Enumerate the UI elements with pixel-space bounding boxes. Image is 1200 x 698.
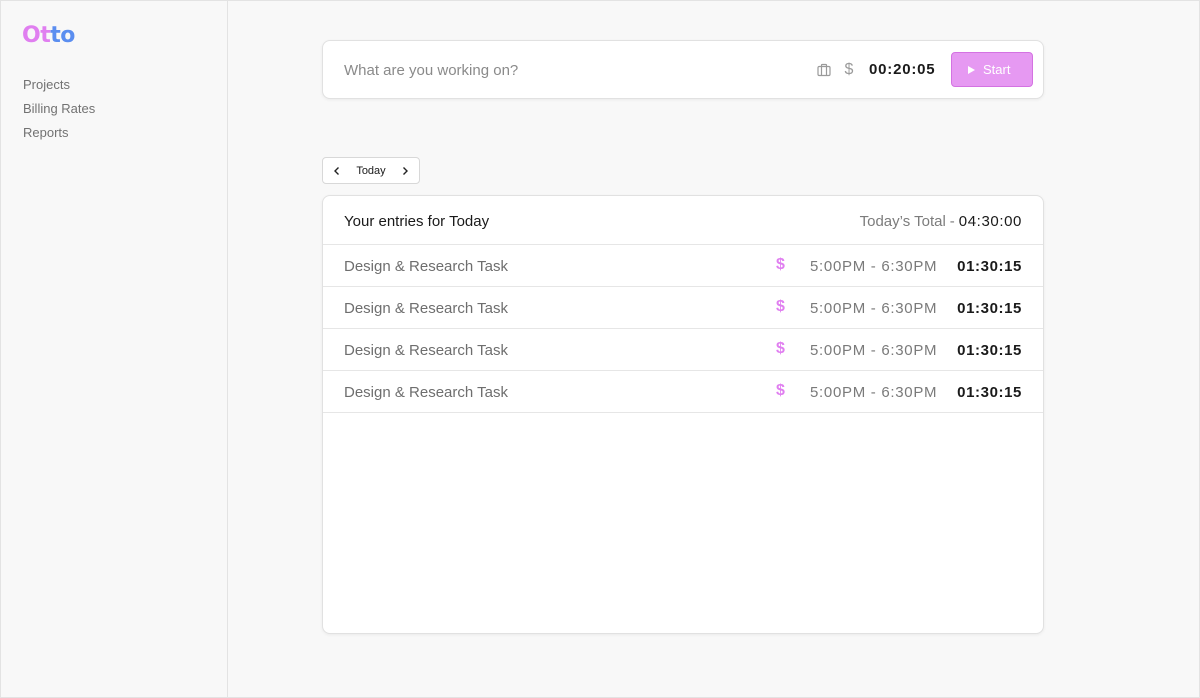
- app-window: Otto Projects Billing Rates Reports $ 00…: [0, 0, 1200, 698]
- logo-letter: t: [40, 23, 51, 48]
- entry-description[interactable]: Design & Research Task: [344, 258, 508, 275]
- sidebar-item-reports[interactable]: Reports: [23, 125, 95, 149]
- entry-duration: 01:30:15: [957, 300, 1022, 317]
- task-description-input[interactable]: [344, 59, 784, 81]
- entries-title: Your entries for Today: [344, 213, 490, 230]
- entry-row[interactable]: Design & Research Task $ 5:00PM - 6:30PM…: [323, 329, 1043, 371]
- dollar-icon[interactable]: $: [842, 60, 856, 80]
- dollar-icon[interactable]: $: [776, 340, 785, 358]
- chevron-left-icon[interactable]: [329, 163, 345, 179]
- start-button-label: Start: [983, 62, 1011, 77]
- play-icon: [968, 65, 975, 74]
- entry-time-range[interactable]: 5:00PM - 6:30PM: [810, 258, 937, 275]
- sidebar-item-projects[interactable]: Projects: [23, 77, 95, 101]
- entry-time-range[interactable]: 5:00PM - 6:30PM: [810, 342, 937, 359]
- entries-header: Your entries for Today Today’s Total -04:…: [323, 196, 1043, 245]
- sidebar-item-billing-rates[interactable]: Billing Rates: [23, 101, 95, 125]
- dollar-icon[interactable]: $: [776, 382, 785, 400]
- start-button[interactable]: Start: [951, 52, 1033, 87]
- entry-time-range[interactable]: 5:00PM - 6:30PM: [810, 300, 937, 317]
- otto-logo[interactable]: Otto: [22, 23, 75, 49]
- sidebar-nav: Projects Billing Rates Reports: [23, 77, 95, 149]
- logo-letter: O: [22, 23, 41, 48]
- entry-row[interactable]: Design & Research Task $ 5:00PM - 6:30PM…: [323, 287, 1043, 329]
- logo-letter: t: [50, 23, 61, 48]
- timer-bar: $ 00:20:05 Start: [322, 40, 1044, 99]
- sidebar: Otto Projects Billing Rates Reports: [1, 1, 228, 697]
- total-separator: -: [949, 213, 955, 230]
- dollar-icon[interactable]: $: [776, 298, 785, 316]
- entry-row[interactable]: Design & Research Task $ 5:00PM - 6:30PM…: [323, 245, 1043, 287]
- entry-description[interactable]: Design & Research Task: [344, 300, 508, 317]
- entry-duration: 01:30:15: [957, 258, 1022, 275]
- entry-duration: 01:30:15: [957, 342, 1022, 359]
- elapsed-timer: 00:20:05: [869, 61, 936, 78]
- entry-time-range[interactable]: 5:00PM - 6:30PM: [810, 384, 937, 401]
- entries-card: Your entries for Today Today’s Total -04:…: [322, 195, 1044, 634]
- entry-description[interactable]: Design & Research Task: [344, 384, 508, 401]
- entry-row[interactable]: Design & Research Task $ 5:00PM - 6:30PM…: [323, 371, 1043, 413]
- total-value: 04:30:00: [958, 213, 1022, 230]
- todays-total: Today’s Total -04:30:00: [860, 213, 1022, 230]
- briefcase-icon[interactable]: [816, 62, 832, 78]
- entry-duration: 01:30:15: [957, 384, 1022, 401]
- date-navigator: Today: [322, 157, 420, 184]
- dollar-icon[interactable]: $: [776, 256, 785, 274]
- entry-description[interactable]: Design & Research Task: [344, 342, 508, 359]
- logo-letter: o: [60, 23, 75, 48]
- chevron-right-icon[interactable]: [397, 163, 413, 179]
- total-label: Today’s Total: [859, 213, 946, 230]
- date-label[interactable]: Today: [356, 165, 385, 177]
